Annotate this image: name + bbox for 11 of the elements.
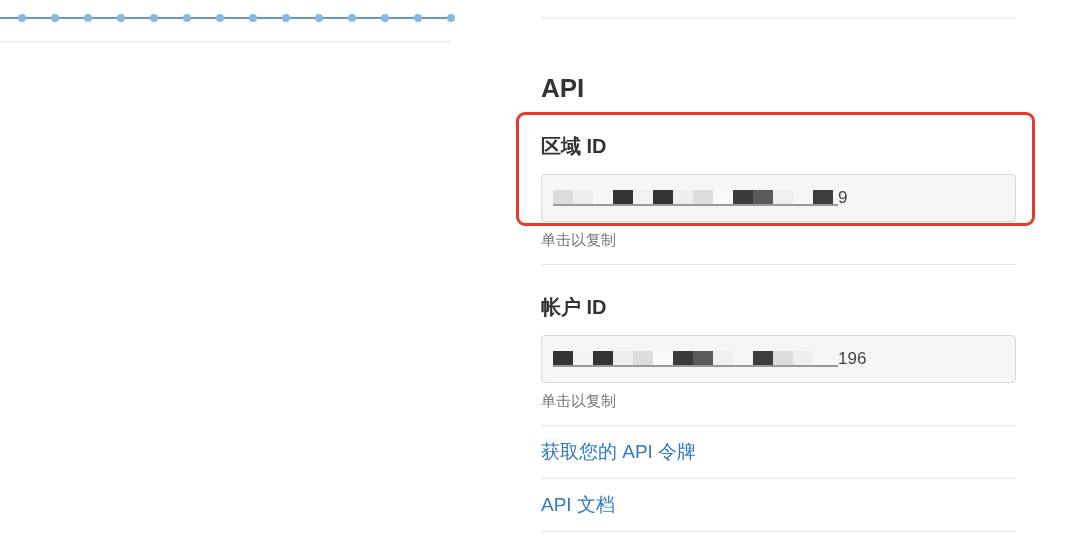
id-field[interactable]: 196 xyxy=(541,335,1016,383)
field-value: 9 xyxy=(838,188,848,208)
copy-hint: 单击以复制 xyxy=(541,392,616,410)
field-label: 帐户 ID xyxy=(541,295,607,319)
field-value: 196 xyxy=(838,349,867,369)
id-field[interactable]: 9 xyxy=(541,174,1016,222)
link[interactable]: API 文档 xyxy=(541,479,615,531)
link[interactable]: 获取您的 API 令牌 xyxy=(541,426,697,478)
section-heading: API xyxy=(541,72,585,104)
field-label: 区域 ID xyxy=(541,134,607,158)
copy-hint: 单击以复制 xyxy=(541,231,616,249)
